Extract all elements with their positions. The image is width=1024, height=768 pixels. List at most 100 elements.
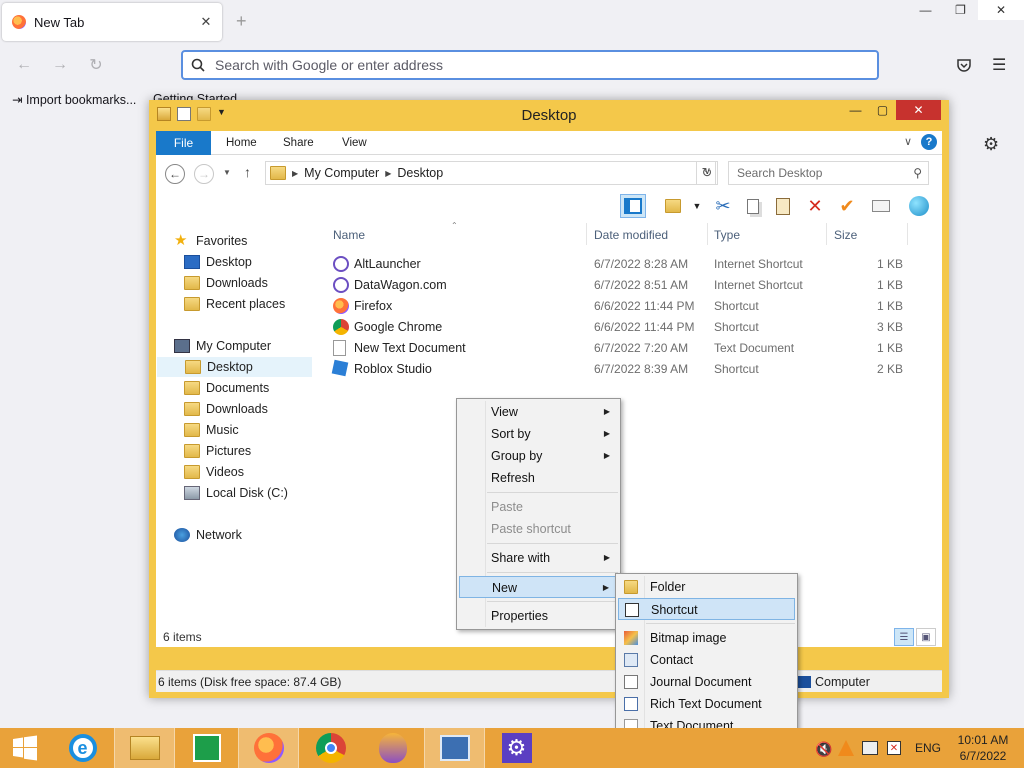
col-name[interactable]: Name (333, 228, 365, 242)
volume-muted-icon[interactable]: 🔇 (815, 741, 832, 758)
tab-close-icon[interactable]: ✕ (196, 14, 216, 30)
nav-fav-desktop[interactable]: Desktop (184, 252, 252, 272)
network-tray-icon[interactable] (862, 741, 878, 755)
forward-icon[interactable]: → (49, 54, 71, 76)
submenu-item-contact[interactable]: Contact (618, 649, 795, 671)
submenu-item-rich-text[interactable]: Rich Text Document (618, 693, 795, 715)
reload-icon[interactable]: ↻ (85, 54, 107, 76)
nav-network[interactable]: Network (174, 525, 242, 545)
globe-icon[interactable] (906, 194, 932, 218)
delete-icon[interactable]: ✕ (802, 194, 828, 218)
search-box[interactable]: Search Desktop ⚲ (728, 161, 929, 185)
menu-item-paste-shortcut[interactable]: Paste shortcut (459, 518, 618, 540)
copy-icon[interactable] (740, 194, 766, 218)
input-language[interactable]: ENG (915, 741, 941, 755)
restore-button[interactable]: ❐ (943, 0, 978, 20)
nav-favorites[interactable]: ★ Favorites (174, 231, 247, 251)
nav-fav-recent[interactable]: Recent places (184, 294, 285, 314)
clock[interactable]: 10:01 AM 6/7/2022 (950, 732, 1016, 764)
file-row[interactable]: Firefox 6/6/2022 11:44 PM Shortcut 1 KB (326, 295, 942, 316)
back-icon[interactable]: ← (13, 54, 35, 76)
nav-comp-local-disk[interactable]: Local Disk (C:) (184, 483, 288, 503)
properties-icon[interactable] (868, 194, 894, 218)
nav-comp-desktop[interactable]: Desktop (157, 357, 312, 377)
breadcrumb-desktop[interactable]: Desktop (397, 166, 443, 180)
start-button[interactable] (0, 728, 50, 768)
nav-comp-documents[interactable]: Documents (184, 378, 269, 398)
taskbar-vpn[interactable] (362, 728, 423, 768)
gear-icon[interactable]: ⚙ (983, 134, 999, 155)
nav-my-computer[interactable]: My Computer (174, 336, 271, 356)
nav-comp-music[interactable]: Music (184, 420, 239, 440)
details-view-icon[interactable]: ☰ (894, 628, 914, 646)
submenu-item-shortcut[interactable]: Shortcut (618, 598, 795, 620)
menu-item-view[interactable]: View ▶ (459, 401, 618, 423)
large-icons-view-icon[interactable]: ▣ (916, 628, 936, 646)
column-divider[interactable] (907, 223, 908, 245)
taskbar-file-explorer[interactable] (114, 728, 175, 768)
column-divider[interactable] (826, 223, 827, 245)
close-button[interactable]: ✕ (978, 0, 1024, 20)
file-row[interactable]: Google Chrome 6/6/2022 11:44 PM Shortcut… (326, 316, 942, 337)
col-date[interactable]: Date modified (594, 228, 668, 242)
explorer-minimize-button[interactable]: — (842, 100, 869, 120)
file-row[interactable]: Roblox Studio 6/7/2022 8:39 AM Shortcut … (326, 358, 942, 379)
nav-fav-downloads[interactable]: Downloads (184, 273, 268, 293)
recent-locations-icon[interactable]: ▼ (223, 168, 231, 177)
url-bar[interactable]: Search with Google or enter address (181, 50, 879, 80)
menu-item-new[interactable]: New ▶ (459, 576, 618, 598)
menu-item-refresh[interactable]: Refresh (459, 467, 618, 489)
submenu-item-bitmap[interactable]: Bitmap image (618, 627, 795, 649)
tab-share[interactable]: Share (283, 137, 314, 149)
menu-item-sort-by[interactable]: Sort by ▶ (459, 423, 618, 445)
col-type[interactable]: Type (714, 228, 740, 242)
taskbar-firefox[interactable] (238, 728, 299, 768)
minimize-button[interactable]: — (908, 0, 943, 20)
taskbar-chrome[interactable] (300, 728, 361, 768)
column-divider[interactable] (586, 223, 587, 245)
submenu-item-folder[interactable]: Folder (618, 576, 795, 598)
address-bar[interactable]: ▶ My Computer ▶ Desktop ∨ (265, 161, 716, 185)
explorer-back-icon[interactable]: ← (165, 164, 185, 184)
file-row[interactable]: DataWagon.com 6/7/2022 8:51 AM Internet … (326, 274, 942, 295)
taskbar-control-panel[interactable] (424, 728, 485, 768)
tab-home[interactable]: Home (226, 137, 257, 149)
ribbon-expand-icon[interactable]: ∨ (904, 135, 912, 148)
pocket-icon[interactable] (956, 57, 972, 73)
explorer-maximize-button[interactable]: ▢ (869, 100, 896, 120)
up-icon[interactable]: ↑ (244, 164, 251, 180)
col-size[interactable]: Size (834, 228, 857, 242)
menu-item-share-with[interactable]: Share with ▶ (459, 547, 618, 569)
layout-dropdown-icon[interactable]: ▼ (684, 194, 710, 218)
explorer-forward-icon[interactable]: → (194, 164, 214, 184)
nav-comp-videos[interactable]: Videos (184, 462, 244, 482)
menu-item-properties[interactable]: Properties (459, 605, 618, 627)
warning-icon[interactable] (838, 740, 854, 756)
taskbar-ie[interactable]: e (52, 728, 113, 768)
cut-icon[interactable]: ✂ (710, 194, 736, 218)
breadcrumb-my-computer[interactable]: My Computer (304, 166, 379, 180)
help-icon[interactable]: ? (921, 134, 937, 150)
tab-view[interactable]: View (342, 137, 367, 149)
menu-item-paste[interactable]: Paste (459, 496, 618, 518)
taskbar-store[interactable] (176, 728, 237, 768)
bookmark-import[interactable]: ⇥ Import bookmarks... (12, 92, 136, 107)
rename-check-icon[interactable]: ✔ (834, 194, 860, 218)
submenu-item-journal[interactable]: Journal Document (618, 671, 795, 693)
layout-icon[interactable] (660, 194, 686, 218)
nav-comp-pictures[interactable]: Pictures (184, 441, 251, 461)
menu-item-group-by[interactable]: Group by ▶ (459, 445, 618, 467)
new-tab-button[interactable]: + (236, 11, 247, 32)
refresh-icon[interactable]: ↻ (696, 161, 718, 185)
file-row[interactable]: New Text Document 6/7/2022 7:20 AM Text … (326, 337, 942, 358)
menu-icon[interactable]: ☰ (992, 55, 1006, 75)
tab-file[interactable]: File (156, 131, 211, 155)
column-divider[interactable] (707, 223, 708, 245)
paste-icon[interactable] (770, 194, 796, 218)
nav-comp-downloads[interactable]: Downloads (184, 399, 268, 419)
explorer-close-button[interactable]: ✕ (896, 100, 941, 120)
file-row[interactable]: AltLauncher 6/7/2022 8:28 AM Internet Sh… (326, 253, 942, 274)
action-center-icon[interactable]: ✕ (887, 741, 901, 755)
preview-pane-icon[interactable] (620, 194, 646, 218)
tab-new-tab[interactable]: New Tab ✕ (2, 3, 222, 41)
